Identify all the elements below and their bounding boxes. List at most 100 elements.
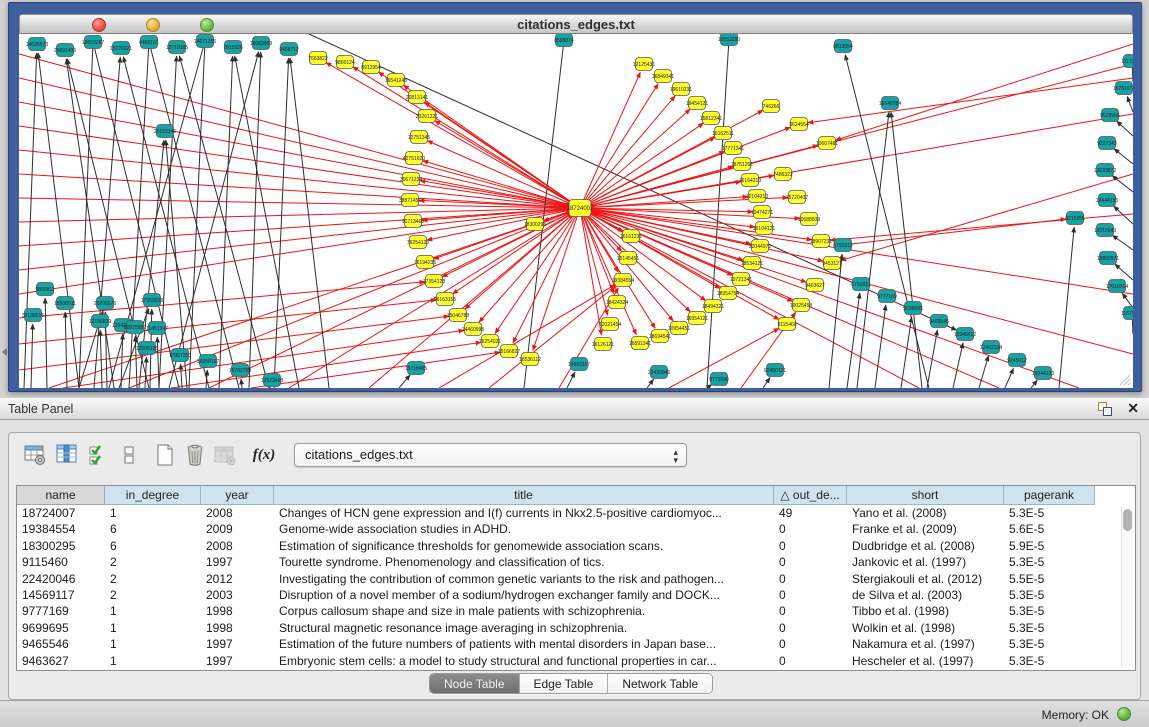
graph-node-yellow[interactable]: 16104121: [753, 222, 775, 235]
table-row[interactable]: 946554611997Estimation of the future num…: [17, 636, 1135, 652]
network-view-canvas[interactable]: 1872400776638229860124891295416541245208…: [19, 34, 1133, 388]
column-header-name[interactable]: name: [17, 486, 105, 505]
network-window-titlebar[interactable]: citations_edges.txt: [19, 14, 1133, 34]
graph-node-yellow[interactable]: 76254021: [479, 335, 501, 348]
graph-node-yellow[interactable]: 16954121: [686, 312, 708, 325]
graph-node-yellow[interactable]: 16126121: [592, 338, 614, 351]
unselect-columns-button[interactable]: [115, 441, 143, 469]
graph-node-yellow[interactable]: 15145451: [617, 252, 639, 265]
graph-node-yellow[interactable]: 15046788: [447, 309, 469, 322]
graph-node-teal[interactable]: 16944123: [1032, 367, 1054, 380]
graph-node-yellow[interactable]: 15720407: [786, 191, 808, 204]
graph-node-yellow[interactable]: 18954754: [717, 287, 739, 300]
graph-node-teal[interactable]: 12923468: [261, 374, 283, 387]
graph-node-teal[interactable]: 6791912: [833, 239, 853, 252]
graph-node-teal[interactable]: 9529966: [1100, 109, 1120, 122]
graph-node-teal[interactable]: 20153346: [154, 125, 176, 138]
table-row[interactable]: 1938455462009Genome-wide association stu…: [17, 521, 1135, 537]
graph-node-yellow[interactable]: 19454121: [686, 97, 708, 110]
graph-node-yellow[interactable]: 16541245: [385, 74, 407, 87]
graph-node-teal[interactable]: 15751074: [1113, 82, 1133, 95]
graph-node-teal[interactable]: 12444135: [1096, 194, 1118, 207]
graph-node-yellow[interactable]: 17354128: [423, 275, 445, 288]
graph-node-yellow[interactable]: 16849341: [652, 70, 674, 83]
create-column-button[interactable]: [151, 441, 179, 469]
graph-node-yellow[interactable]: 76254123: [407, 236, 429, 249]
column-header-short[interactable]: short: [847, 486, 1004, 505]
graph-node-teal[interactable]: 12505135: [136, 342, 158, 355]
graph-node-yellow[interactable]: 10607481: [816, 137, 838, 150]
import-table-button[interactable]: [211, 441, 239, 469]
graph-node-teal[interactable]: 8215955: [1065, 212, 1085, 225]
graph-node-teal[interactable]: 9699695: [903, 302, 923, 315]
float-panel-button[interactable]: [1098, 402, 1113, 417]
graph-node-yellow[interactable]: 15812341: [700, 112, 722, 125]
graph-node-yellow[interactable]: 19384554: [612, 274, 634, 287]
graph-node-teal[interactable]: 17359928: [141, 294, 163, 307]
graph-node-teal[interactable]: 16648784: [879, 97, 901, 110]
column-header-pagerank[interactable]: pagerank: [1004, 486, 1095, 505]
graph-node-teal[interactable]: 14569117: [568, 358, 590, 371]
graph-node-yellow[interactable]: 12021454: [599, 318, 621, 331]
graph-node-teal[interactable]: 12093872: [1094, 164, 1116, 177]
graph-node-teal[interactable]: 12156829: [89, 315, 111, 328]
graph-node-yellow[interactable]: 18536112: [519, 353, 541, 366]
graph-node-teal[interactable]: 9777169: [877, 290, 897, 303]
graph-node-teal[interactable]: 15718485: [405, 362, 427, 375]
graph-node-teal[interactable]: 9245012: [1007, 354, 1027, 367]
table-selector-dropdown[interactable]: citations_edges.txt ▴▾: [294, 443, 687, 467]
graph-node-teal[interactable]: 10945412: [954, 328, 976, 341]
graph-node-yellow[interactable]: 90713468: [402, 215, 424, 228]
table-row[interactable]: 911546021997Tourette syndrome. Phenomeno…: [17, 554, 1135, 570]
graph-node-teal[interactable]: 10553280: [718, 34, 740, 46]
table-row[interactable]: 977716911998Corpus callosum shape and si…: [17, 603, 1135, 619]
graph-node-yellow[interactable]: 38871456: [399, 194, 421, 207]
graph-node-yellow[interactable]: 18907231: [810, 235, 832, 248]
graph-node-yellow[interactable]: 9860124: [335, 56, 355, 69]
graph-node-yellow[interactable]: 12751345: [408, 131, 430, 144]
graph-node-yellow[interactable]: 8912954: [361, 61, 381, 74]
graph-node-yellow[interactable]: 7486322: [773, 168, 793, 181]
graph-node-yellow[interactable]: 30671234: [400, 173, 422, 186]
graph-node-teal[interactable]: 9227343: [1097, 137, 1117, 150]
graph-node-yellow[interactable]: 10721341: [730, 273, 752, 286]
graph-node-yellow[interactable]: 18724007: [567, 200, 594, 217]
table-row[interactable]: 946362711997Embryonic stem cells: a mode…: [17, 653, 1135, 669]
column-header-in_degree[interactable]: in_degree: [105, 486, 201, 505]
graph-node-yellow[interactable]: 19610231: [670, 83, 692, 96]
graph-node-teal[interactable]: 14671355: [194, 35, 216, 48]
graph-node-teal[interactable]: 15276021: [110, 42, 132, 55]
graph-node-yellow[interactable]: 7663822: [308, 52, 328, 65]
graph-node-teal[interactable]: 90975887: [124, 321, 146, 334]
graph-node-yellow[interactable]: 12104213: [746, 190, 768, 203]
graph-node-yellow[interactable]: 96163155: [434, 293, 456, 306]
graph-node-teal[interactable]: 10719185: [166, 41, 188, 54]
graph-node-yellow[interactable]: 746266: [763, 100, 780, 113]
graph-node-teal[interactable]: 22420046: [648, 366, 670, 379]
graph-node-yellow[interactable]: 23261221: [416, 110, 438, 123]
graph-node-teal[interactable]: 16210643: [1094, 224, 1116, 237]
graph-node-yellow[interactable]: 18751261: [731, 158, 753, 171]
graph-node-yellow[interactable]: 3624554: [789, 118, 809, 131]
graph-node-yellow[interactable]: 22044971: [749, 240, 771, 253]
graph-node-teal[interactable]: 20206576: [94, 297, 116, 310]
graph-node-teal[interactable]: 9468712: [279, 43, 299, 56]
graph-node-yellow[interactable]: 10474271: [751, 206, 773, 219]
graph-node-yellow[interactable]: 42751620: [403, 152, 425, 165]
graph-node-yellow[interactable]: 18424324: [606, 296, 628, 309]
graph-node-yellow[interactable]: 17771341: [722, 142, 744, 155]
graph-node-teal[interactable]: 7815526: [223, 41, 243, 54]
graph-node-yellow[interactable]: 18300295: [524, 218, 546, 231]
delete-column-button[interactable]: [181, 441, 209, 469]
graph-node-yellow[interactable]: 16164213: [739, 174, 761, 187]
graph-node-teal[interactable]: 6466161: [139, 36, 159, 49]
graph-node-teal[interactable]: 17016514: [1106, 280, 1128, 293]
table-row[interactable]: 1830029562008Estimation of significance …: [17, 538, 1135, 554]
tab-edge-table[interactable]: Edge Table: [520, 674, 609, 693]
graph-node-teal[interactable]: 12462134: [980, 341, 1002, 354]
table-row[interactable]: 1872400712008Changes of HCN gene express…: [17, 505, 1135, 521]
graph-node-teal[interactable]: 9465546: [929, 315, 949, 328]
graph-node-yellow[interactable]: 16891341: [629, 337, 651, 350]
function-builder-button[interactable]: f(x): [247, 441, 281, 469]
graph-node-teal[interactable]: 18508011: [54, 297, 76, 310]
